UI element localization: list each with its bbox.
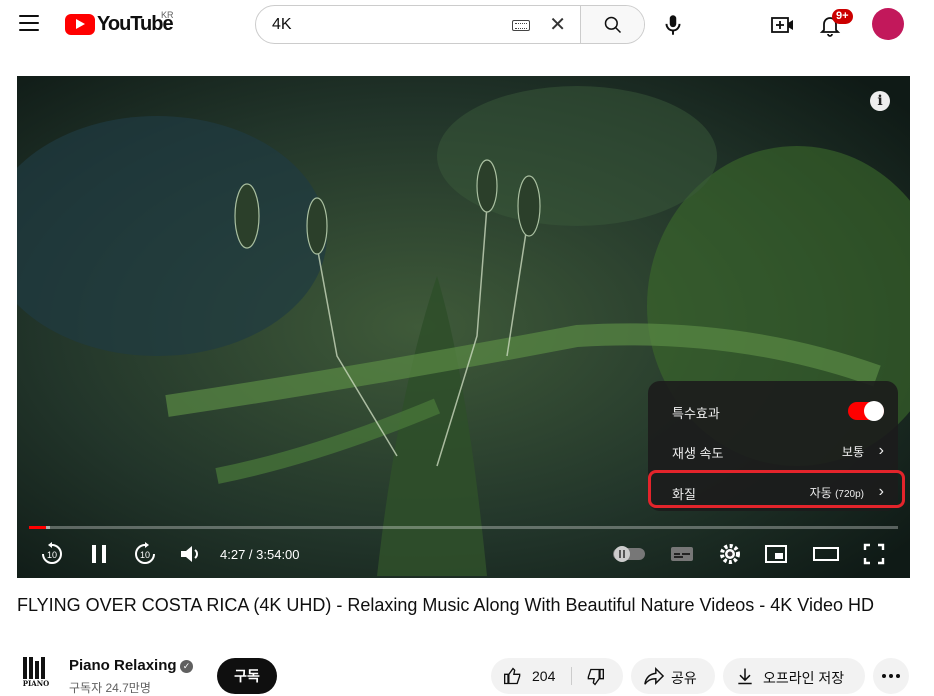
miniplayer-icon[interactable] <box>763 541 789 567</box>
offline-label: 오프라인 저장 <box>763 670 845 686</box>
settings-gear-icon[interactable] <box>717 541 743 567</box>
time-display: 4:27 / 3:54:00 <box>220 547 300 562</box>
youtube-logo[interactable]: YouTube KR <box>65 10 174 36</box>
subtitles-icon[interactable] <box>669 541 695 567</box>
search-icon <box>604 16 621 33</box>
subscriber-count: 구독자 24.7만명 <box>69 681 151 695</box>
volume-icon[interactable] <box>178 541 204 567</box>
dislike-button[interactable] <box>572 658 623 694</box>
share-label: 공유 <box>671 670 697 686</box>
thumbs-up-icon <box>504 667 521 685</box>
progress-fill <box>29 526 46 529</box>
clear-icon[interactable]: ✕ <box>549 15 566 35</box>
speed-row[interactable]: 재생 속도 보통 › <box>648 431 898 471</box>
avatar[interactable] <box>872 8 904 40</box>
share-icon <box>644 666 665 686</box>
effects-label: 특수효과 <box>672 406 720 421</box>
notification-badge: 9+ <box>832 9 853 24</box>
speed-label: 재생 속도 <box>672 446 724 461</box>
video-title: FLYING OVER COSTA RICA (4K UHD) - Relaxi… <box>17 595 874 615</box>
pause-icon[interactable] <box>87 541 111 567</box>
autoplay-toggle-icon[interactable] <box>613 545 647 563</box>
like-button[interactable]: 204 <box>491 658 571 694</box>
search-button[interactable] <box>580 6 644 43</box>
country-code: KR <box>161 10 174 20</box>
svg-text:10: 10 <box>140 550 150 560</box>
search-input[interactable] <box>272 15 512 34</box>
svg-text:10: 10 <box>47 550 57 560</box>
search-field: ✕ <box>256 6 580 43</box>
verified-icon: ✓ <box>180 660 193 673</box>
subscribe-button[interactable]: 구독 <box>217 658 277 694</box>
channel-name[interactable]: Piano Relaxing <box>69 657 177 674</box>
like-dislike-group: 204 <box>491 658 623 694</box>
speed-value: 보통 <box>841 445 864 459</box>
youtube-play-icon <box>65 13 95 35</box>
create-icon[interactable] <box>769 12 795 38</box>
theater-mode-icon[interactable] <box>812 541 840 567</box>
effects-toggle[interactable] <box>848 401 884 421</box>
mic-icon[interactable] <box>660 12 686 38</box>
quality-highlight <box>648 470 905 508</box>
more-horiz-icon <box>882 674 900 678</box>
svg-text:PIANO: PIANO <box>23 679 49 687</box>
forward-10-icon[interactable]: 10 <box>132 541 158 567</box>
search-bar: ✕ <box>255 5 645 44</box>
menu-icon[interactable] <box>19 15 39 31</box>
rewind-10-icon[interactable]: 10 <box>39 541 65 567</box>
offline-save-button[interactable]: 오프라인 저장 <box>723 658 865 694</box>
channel-avatar[interactable]: PIANO <box>20 655 52 687</box>
keyboard-icon[interactable] <box>512 20 530 31</box>
thumbs-down-icon <box>587 668 604 686</box>
top-header: YouTube KR ✕ 9+ <box>0 0 934 50</box>
fullscreen-icon[interactable] <box>861 541 887 567</box>
share-button[interactable]: 공유 <box>631 658 715 694</box>
video-player[interactable]: i 특수효과 재생 속도 보통 › 화질 자동 (720p) › 10 10 4… <box>17 76 910 578</box>
info-icon[interactable]: i <box>870 91 890 111</box>
more-actions-button[interactable] <box>873 658 909 694</box>
download-icon <box>738 668 752 685</box>
progress-bar[interactable] <box>29 526 898 529</box>
effects-row[interactable]: 특수효과 <box>648 391 898 431</box>
chevron-right-icon: › <box>878 442 884 459</box>
like-count: 204 <box>532 668 556 684</box>
